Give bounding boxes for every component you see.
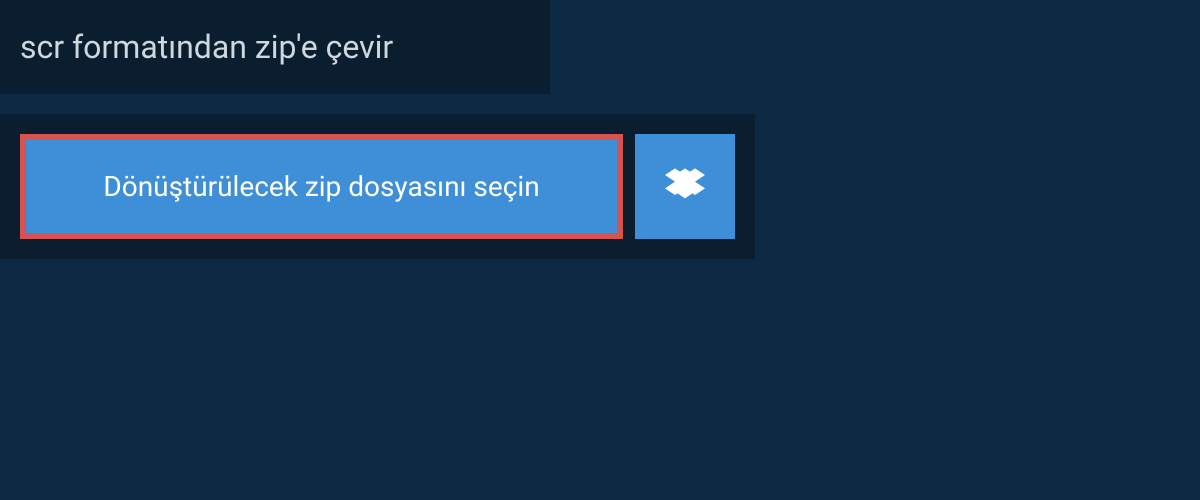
file-select-label: Dönüştürülecek zip dosyasını seçin <box>103 170 539 203</box>
header-bar: scr formatından zip'e çevir <box>0 0 550 94</box>
dropbox-button[interactable] <box>635 134 735 239</box>
file-select-button[interactable]: Dönüştürülecek zip dosyasını seçin <box>20 134 623 239</box>
dropbox-icon <box>665 165 705 209</box>
page-title: scr formatından zip'e çevir <box>20 28 530 66</box>
upload-section: Dönüştürülecek zip dosyasını seçin <box>0 114 755 259</box>
